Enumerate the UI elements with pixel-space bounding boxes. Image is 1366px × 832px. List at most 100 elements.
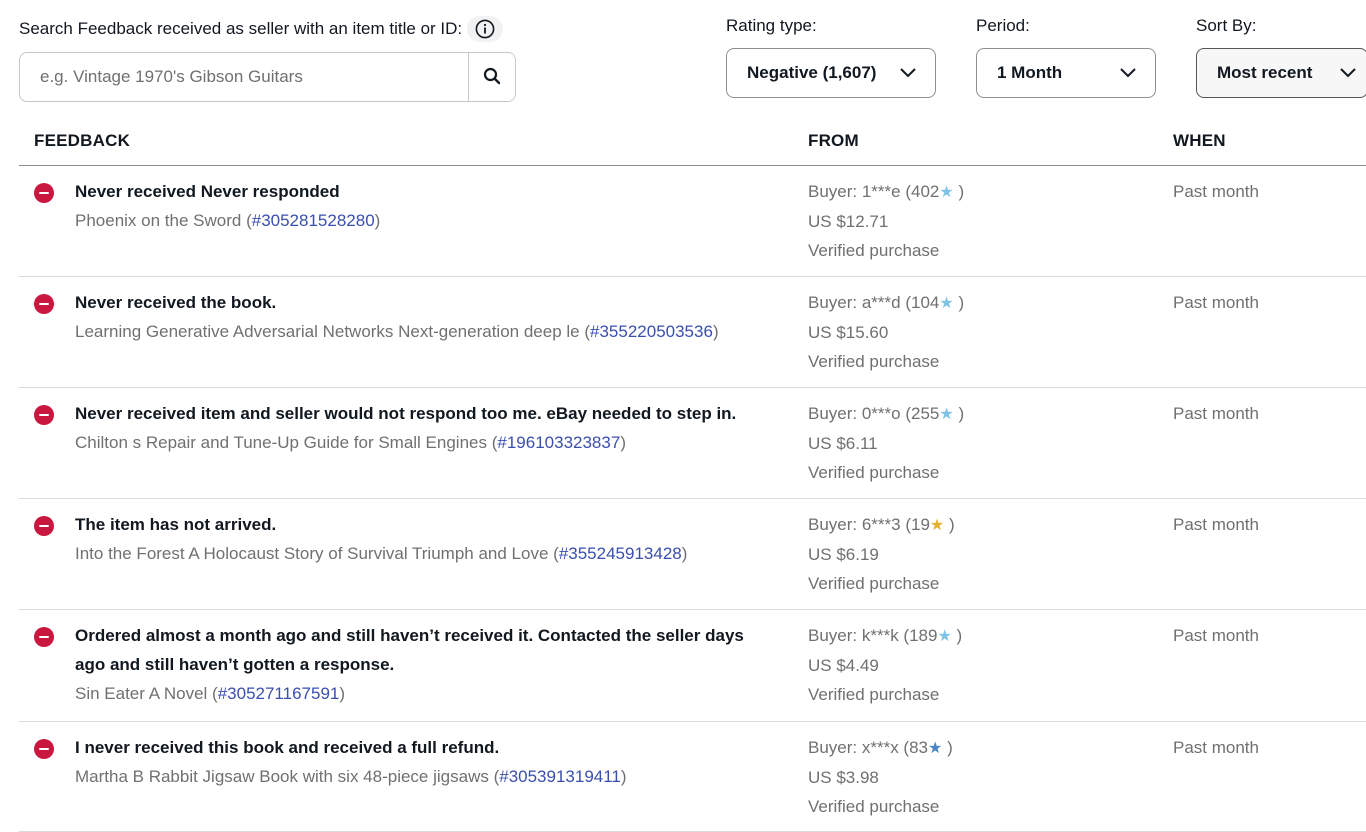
verified-purchase: Verified purchase xyxy=(808,241,940,260)
item-line: Learning Generative Adversarial Networks… xyxy=(75,322,719,341)
buyer-name: Buyer: x***x (83 xyxy=(808,738,928,757)
item-line: Sin Eater A Novel (#305271167591) xyxy=(75,684,346,703)
when-cell: Past month xyxy=(1173,738,1259,757)
buyer-info: Buyer: x***x (83★ ) xyxy=(808,738,953,757)
item-title: Martha B Rabbit Jigsaw Book with six 48-… xyxy=(75,767,489,786)
rating-type-dropdown[interactable]: Negative (1,607) xyxy=(726,48,936,98)
table-row: Never received the book. Learning Genera… xyxy=(19,277,1366,388)
negative-rating-icon xyxy=(34,183,54,203)
item-line: Chilton s Repair and Tune-Up Guide for S… xyxy=(75,433,626,452)
star-icon: ★ xyxy=(939,406,954,423)
table-row: The item has not arrived. Into the Fores… xyxy=(19,499,1366,610)
item-price: US $3.98 xyxy=(808,768,879,787)
table-row: Ordered almost a month ago and still hav… xyxy=(19,610,1366,722)
negative-rating-icon xyxy=(34,294,54,314)
item-price: US $12.71 xyxy=(808,212,889,231)
buyer-name: Buyer: k***k (189 xyxy=(808,626,938,645)
sort-by-label: Sort By: xyxy=(1196,16,1257,35)
negative-rating-icon xyxy=(34,627,54,647)
item-line: Martha B Rabbit Jigsaw Book with six 48-… xyxy=(75,767,627,786)
search-button[interactable] xyxy=(468,53,515,101)
buyer-name: Buyer: 1***e (402 xyxy=(808,182,940,201)
item-line: Phoenix on the Sword (#305281528280) xyxy=(75,211,381,230)
header-feedback: FEEDBACK xyxy=(34,131,131,150)
buyer-info: Buyer: a***d (104★ ) xyxy=(808,293,965,312)
table-row: Never received Never responded Phoenix o… xyxy=(19,166,1366,277)
period-label: Period: xyxy=(976,16,1030,35)
search-input[interactable] xyxy=(20,53,468,101)
from-cell: Buyer: 1***e (402★ ) US $12.71 Verified … xyxy=(808,177,1128,265)
negative-rating-icon xyxy=(34,405,54,425)
rating-type-label: Rating type: xyxy=(726,16,817,35)
star-icon: ★ xyxy=(939,295,954,312)
buyer-info: Buyer: 6***3 (19★ ) xyxy=(808,515,955,534)
item-line: Into the Forest A Holocaust Story of Sur… xyxy=(75,544,688,563)
verified-purchase: Verified purchase xyxy=(808,352,940,371)
when-cell: Past month xyxy=(1173,182,1259,201)
period-dropdown[interactable]: 1 Month xyxy=(976,48,1156,98)
buyer-info: Buyer: 0***o (255★ ) xyxy=(808,404,965,423)
item-id-link[interactable]: #355220503536 xyxy=(590,322,713,341)
verified-purchase: Verified purchase xyxy=(808,797,940,816)
chevron-down-icon xyxy=(899,67,917,79)
buyer-name: Buyer: a***d (104 xyxy=(808,293,940,312)
table-header: FEEDBACK FROM WHEN xyxy=(19,120,1366,166)
item-price: US $15.60 xyxy=(808,323,889,342)
item-id-link[interactable]: #305281528280 xyxy=(252,211,375,230)
item-id-link[interactable]: #355245913428 xyxy=(559,544,682,563)
star-icon: ★ xyxy=(929,517,945,534)
when-cell: Past month xyxy=(1173,626,1259,645)
buyer-name: Buyer: 6***3 (19 xyxy=(808,515,930,534)
buyer-name: Buyer: 0***o (255 xyxy=(808,404,940,423)
header-when: WHEN xyxy=(1173,131,1226,150)
from-cell: Buyer: x***x (83★ ) US $3.98 Verified pu… xyxy=(808,733,1128,821)
item-id-link[interactable]: #305271167591 xyxy=(218,684,340,703)
star-icon: ★ xyxy=(928,740,943,757)
item-id-link[interactable]: #196103323837 xyxy=(497,433,620,452)
star-icon: ★ xyxy=(939,184,954,201)
search-box xyxy=(19,52,516,102)
rating-type-value: Negative (1,607) xyxy=(747,63,877,82)
search-label-text: Search Feedback received as seller with … xyxy=(19,19,463,38)
item-price: US $6.19 xyxy=(808,545,879,564)
item-price: US $4.49 xyxy=(808,656,879,675)
verified-purchase: Verified purchase xyxy=(808,574,940,593)
feedback-page: Search Feedback received as seller with … xyxy=(0,0,1366,832)
feedback-comment: I never received this book and received … xyxy=(75,738,500,757)
search-icon xyxy=(483,67,501,88)
negative-rating-icon xyxy=(34,516,54,536)
table-row: I never received this book and received … xyxy=(19,722,1366,832)
feedback-comment: The item has not arrived. xyxy=(75,515,277,534)
from-cell: Buyer: 6***3 (19★ ) US $6.19 Verified pu… xyxy=(808,510,1128,598)
sort-by-dropdown[interactable]: Most recent xyxy=(1196,48,1366,98)
search-label: Search Feedback received as seller with … xyxy=(19,16,504,42)
item-id-link[interactable]: #305391319411 xyxy=(499,767,621,786)
item-title: Into the Forest A Holocaust Story of Sur… xyxy=(75,544,549,563)
from-cell: Buyer: k***k (189★ ) US $4.49 Verified p… xyxy=(808,621,1128,709)
buyer-info: Buyer: k***k (189★ ) xyxy=(808,626,963,645)
feedback-comment: Never received the book. xyxy=(75,293,277,312)
feedback-comment: Never received item and seller would not… xyxy=(75,404,737,423)
item-title: Sin Eater A Novel xyxy=(75,684,208,703)
chevron-down-icon xyxy=(1119,67,1137,79)
feedback-comment: Ordered almost a month ago and still hav… xyxy=(75,626,744,674)
from-cell: Buyer: 0***o (255★ ) US $6.11 Verified p… xyxy=(808,399,1128,487)
buyer-info: Buyer: 1***e (402★ ) xyxy=(808,182,965,201)
item-price: US $6.11 xyxy=(808,434,878,453)
star-icon: ★ xyxy=(937,628,952,645)
when-cell: Past month xyxy=(1173,293,1259,312)
sort-by-value: Most recent xyxy=(1217,63,1313,82)
chevron-down-icon xyxy=(1339,67,1357,79)
verified-purchase: Verified purchase xyxy=(808,685,940,704)
when-cell: Past month xyxy=(1173,404,1259,423)
verified-purchase: Verified purchase xyxy=(808,463,940,482)
item-title: Learning Generative Adversarial Networks… xyxy=(75,322,580,341)
when-cell: Past month xyxy=(1173,515,1259,534)
info-icon[interactable] xyxy=(467,16,504,42)
item-title: Phoenix on the Sword xyxy=(75,211,242,230)
header-from: FROM xyxy=(808,131,859,150)
item-title: Chilton s Repair and Tune-Up Guide for S… xyxy=(75,433,487,452)
period-value: 1 Month xyxy=(997,63,1063,82)
negative-rating-icon xyxy=(34,739,54,759)
from-cell: Buyer: a***d (104★ ) US $15.60 Verified … xyxy=(808,288,1128,376)
